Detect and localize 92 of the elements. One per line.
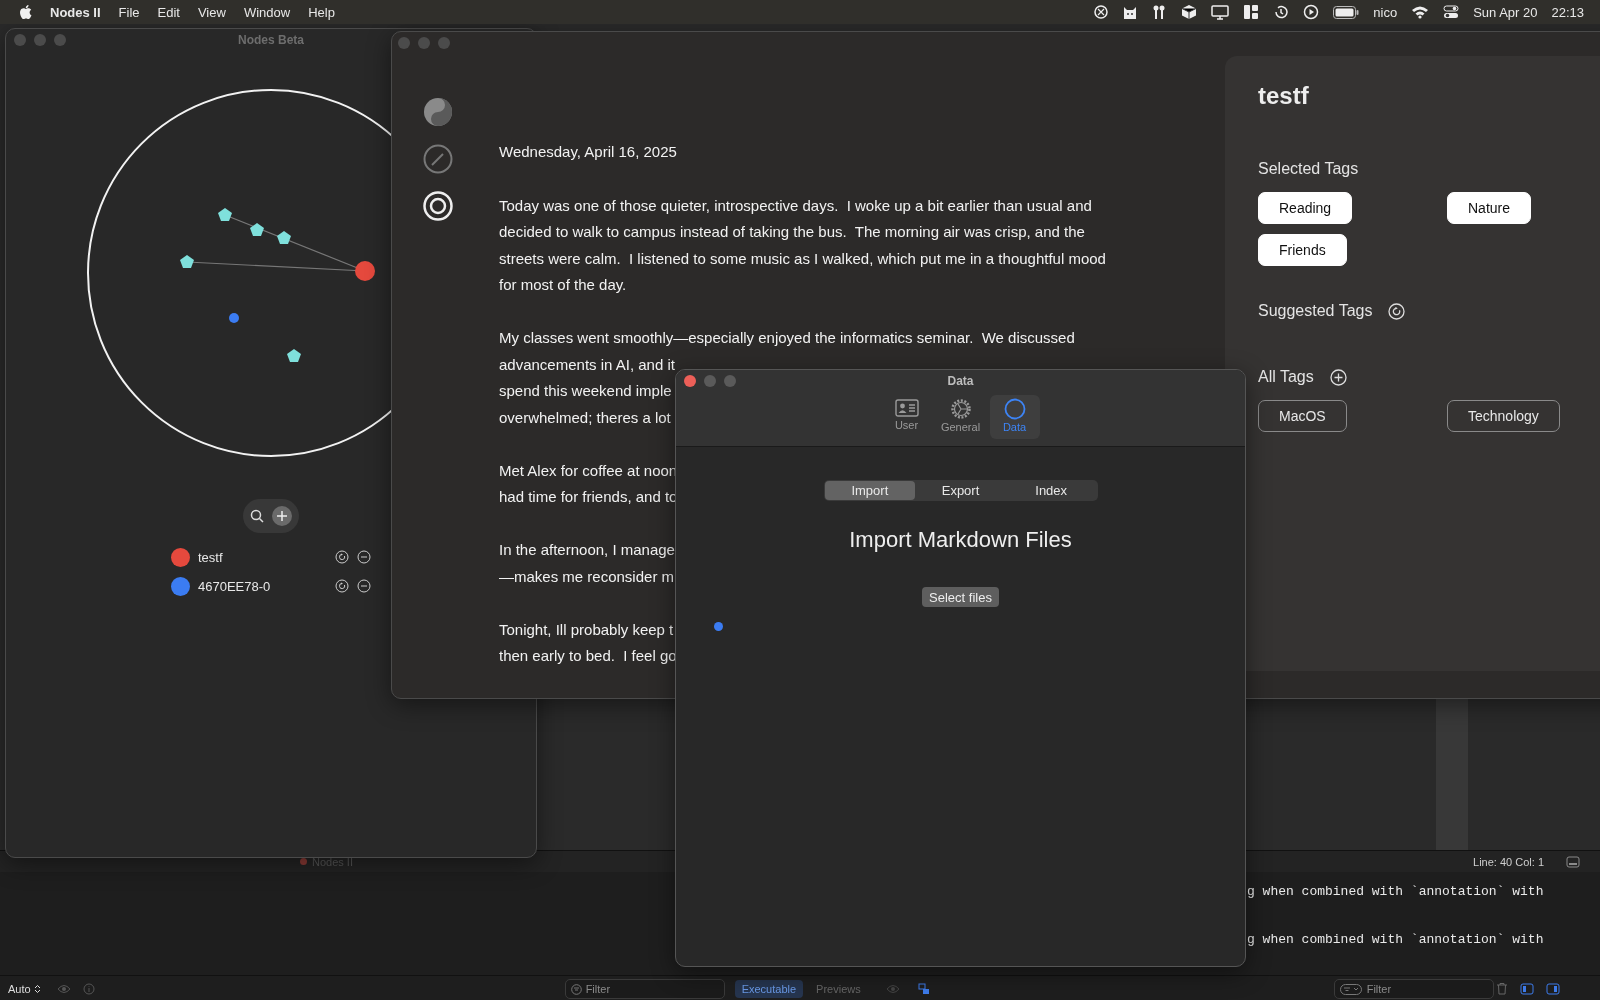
cat-icon[interactable] [1123,4,1138,20]
battery-icon [1333,5,1360,19]
tag-node[interactable] [180,255,194,268]
window-title: Data [947,374,974,388]
remove-icon[interactable] [357,579,371,593]
journal-line: overwhelmed; theres a lot [499,407,671,428]
refresh-icon[interactable] [335,550,349,564]
segment-tab[interactable]: Import [824,481,916,500]
menu-item[interactable]: Window [243,4,291,20]
journal-line: spend this weekend imple [499,381,672,401]
up-down-icon [33,983,41,994]
tag-node[interactable] [277,231,291,244]
knot-icon[interactable] [1093,4,1110,20]
window-title: Nodes Beta [238,33,304,47]
refresh-icon[interactable] [335,579,349,593]
menu-item[interactable]: View [197,4,226,20]
add-icon[interactable] [1329,368,1347,386]
close-button[interactable] [684,375,696,387]
section-heading: All Tags [1258,368,1314,386]
refresh-icon[interactable] [1388,302,1406,320]
tag-chip[interactable]: Reading [1258,192,1353,224]
section-heading: Import Markdown Files [849,527,1072,553]
yin-yang-icon[interactable] [423,97,453,127]
journal-line: Today was one of those quieter, introspective days. I woke up a bit earlier than usual and [499,195,1092,216]
app-menu[interactable]: Nodes II [50,4,101,20]
console-tab[interactable]: Executable [734,979,804,998]
trash-icon[interactable] [1495,982,1508,995]
tag-chip[interactable]: Technology [1447,400,1560,432]
menu-item[interactable]: Edit [157,4,180,20]
journal-line: decided to walk to campus instead of taking the bus. The morning air was crisp, and the [499,222,1085,242]
entry-node[interactable] [229,313,239,323]
filter-icon [1339,983,1362,995]
cube-icon[interactable] [1181,4,1198,20]
tag-node[interactable] [250,223,264,236]
target-icon[interactable] [423,191,453,221]
console-line: g when combined with `annotation` with [1247,932,1544,947]
segment-tab[interactable]: Index [1005,481,1097,500]
journal-line: Tonight, Ill probably keep t [499,619,674,640]
tag-node[interactable] [287,349,301,362]
control-center-icon[interactable] [1443,5,1460,19]
circle-icon [1003,398,1026,420]
user-name[interactable]: nico [1373,4,1398,20]
tag-chip[interactable]: MacOS [1258,400,1347,432]
apple-logo-icon[interactable] [18,4,32,20]
journal-line: streets were calm. I listened to some music as I walked, which put me in a thoughtful mood [499,248,1106,269]
select-files-button[interactable]: Select files [922,587,999,607]
entry-node[interactable] [355,261,375,281]
node-name[interactable]: 4670EE78-0 [198,578,327,594]
toolbar-tab[interactable]: User [881,395,932,439]
tag-chip[interactable]: Nature [1447,192,1532,224]
layout-icon[interactable] [1243,4,1260,20]
add-icon[interactable] [272,506,292,526]
journal-line: In the afternoon, I manage [499,540,675,560]
filter-icon [570,983,582,995]
history-icon[interactable] [1273,4,1290,20]
mode-selector[interactable]: Auto [4,980,45,997]
section-heading: Selected Tags [1258,160,1360,178]
menu-bar-time[interactable]: 22:13 [1551,4,1584,20]
journal-line: for most of the day. [499,275,627,295]
play-icon[interactable] [1303,4,1320,20]
right-panel-icon[interactable] [1545,982,1560,995]
left-panel-icon[interactable] [1519,982,1534,995]
panel-title: testf [1258,82,1310,110]
journal-line: —makes me reconsider m [499,566,675,587]
display-icon[interactable] [1211,4,1230,20]
variables-icon[interactable] [917,982,930,995]
remove-icon[interactable] [357,550,371,564]
scrollbar[interactable] [1436,698,1468,850]
toolbar-tab[interactable]: General [935,395,986,439]
contact-card-icon [894,398,919,418]
node-name[interactable]: testf [198,549,327,565]
status-dot-icon [300,858,307,865]
progress-dot-icon [714,622,723,631]
journal-line: My classes went smoothly—especially enjoyed the informatics seminar. We discussed [499,328,1075,348]
cursor-position: Line: 40 Col: 1 [1473,855,1544,868]
panel-icon[interactable] [1566,855,1580,868]
section-heading: Suggested Tags [1258,302,1373,320]
menu-bar-date[interactable]: Sun Apr 20 [1473,4,1538,20]
journal-line: advancements in AI, and it [499,354,675,375]
filter-field[interactable]: Filter [564,978,725,999]
gear-icon [949,398,972,420]
wifi-icon[interactable] [1411,5,1430,19]
tag-node[interactable] [218,208,232,221]
pencil-icon[interactable] [423,144,453,174]
tag-chip[interactable]: Friends [1258,234,1347,266]
segment-tab[interactable]: Export [915,481,1006,500]
search-icon[interactable] [250,509,264,523]
menu-item[interactable]: Help [308,4,335,20]
console-filter-field[interactable]: Filter [1333,978,1494,999]
menu-item[interactable]: File [118,4,140,20]
console-line: g when combined with `annotation` with [1247,884,1544,899]
entry-date: Wednesday, April 16, 2025 [499,142,678,162]
